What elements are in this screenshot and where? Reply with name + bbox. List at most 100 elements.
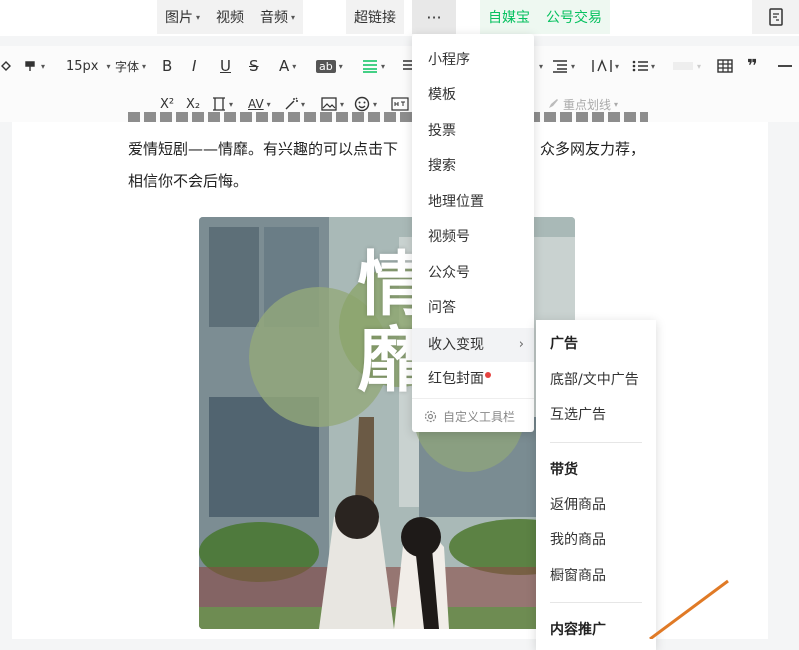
account-trade-button[interactable]: 公号交易	[538, 0, 610, 34]
link-group: 超链接	[346, 0, 404, 34]
submenu-header-content-promo: 内容推广	[550, 622, 606, 638]
menu-item-template[interactable]: 模板	[428, 80, 456, 110]
document-icon	[768, 8, 783, 26]
format-toolbar-row1: ▾ 15px ▾ 字体 ▾ B I U S A ▾ ab ▾ ▾ ▾ ▾ ▾ ▾ ▾ ❞	[0, 46, 799, 86]
audio-button[interactable]: 音频 ▾	[252, 0, 303, 34]
align-left-icon	[363, 60, 377, 73]
italic-icon: I	[192, 57, 197, 75]
list-button[interactable]: ▾	[632, 46, 655, 86]
content-line-3: 相信你不会后悔。	[128, 170, 248, 191]
strikethrough-button[interactable]: S	[249, 46, 259, 86]
chevron-down-icon: ▾	[41, 61, 46, 71]
font-color-button[interactable]: A ▾	[279, 46, 296, 86]
submenu-item-bottom-inline-ad[interactable]: 底部/文中广告	[550, 366, 639, 394]
line-height-button[interactable]: ▾	[536, 46, 543, 86]
indent-icon	[403, 60, 412, 70]
bold-button[interactable]: B	[162, 46, 172, 86]
font-value: 字体	[115, 59, 140, 74]
quote-button[interactable]: ❞	[747, 46, 758, 86]
align-button[interactable]: ▾	[362, 46, 385, 86]
bg-color-button[interactable]: ab ▾	[316, 46, 343, 86]
annotation-arrow	[649, 579, 729, 639]
chevron-down-icon: ▾	[106, 61, 111, 71]
submenu-header-ads: 广告	[550, 336, 578, 352]
font-select[interactable]: 字体 ▾	[115, 46, 146, 86]
list-icon	[632, 60, 648, 72]
customize-toolbar-button[interactable]: 自定义工具栏	[424, 406, 515, 426]
menu-item-monetize-row[interactable]: 收入变现 ›	[412, 328, 534, 362]
underline-icon: U	[220, 57, 231, 75]
more-button[interactable]: ···	[412, 0, 456, 34]
menu-item-official-account[interactable]: 公众号	[428, 258, 470, 288]
submenu-header-goods: 带货	[550, 462, 578, 478]
strikethrough-icon: S	[249, 57, 259, 75]
content-line-2-right-text: 众多网友力荐，	[540, 140, 646, 158]
third-party-group: 自媒宝 公号交易	[480, 0, 610, 34]
partial-line	[128, 108, 648, 122]
submenu-divider	[550, 442, 642, 443]
font-size-value: 15px	[66, 58, 99, 74]
eraser-button[interactable]	[0, 46, 12, 86]
chevron-down-icon: ▾	[381, 61, 386, 71]
bold-icon: B	[162, 57, 173, 75]
table-button[interactable]	[717, 46, 733, 86]
menu-item-vote[interactable]: 投票	[428, 116, 456, 146]
menu-divider	[412, 398, 534, 399]
format-painter-button[interactable]: ▾	[24, 46, 45, 86]
underline-button[interactable]: U	[220, 46, 231, 86]
chevron-down-icon: ▾	[338, 61, 343, 71]
menu-item-red-packet-cover[interactable]: 红包封面	[428, 364, 491, 394]
content-line-2-right: 众多网友力荐，	[540, 138, 645, 159]
submenu-item-my-goods[interactable]: 我的商品	[550, 526, 606, 554]
self-media-label: 自媒宝	[488, 10, 530, 26]
image-label: 图片	[165, 10, 193, 26]
chevron-down-icon: ▾	[615, 61, 620, 71]
hyperlink-button[interactable]: 超链接	[346, 0, 404, 34]
table-icon	[717, 59, 733, 73]
cutoff-text-line	[128, 112, 648, 122]
eraser-icon	[1, 61, 11, 71]
bg-color-icon: ab	[316, 59, 336, 73]
chevron-right-icon: ›	[518, 337, 524, 352]
paragraph-spacing-button[interactable]: ▾	[552, 46, 575, 86]
chevron-down-icon: ▾	[539, 61, 544, 71]
menu-item-location[interactable]: 地理位置	[428, 187, 484, 217]
divider-button[interactable]	[778, 46, 792, 86]
border-style-button[interactable]: ▾	[672, 46, 701, 86]
menu-item-search[interactable]: 搜索	[428, 151, 456, 181]
outline-button[interactable]	[752, 0, 799, 34]
indent-button[interactable]	[402, 46, 412, 86]
quote-icon: ❞	[747, 55, 758, 77]
content-line-2: 爱情短剧——情靡。有兴趣的可以点击下	[128, 138, 398, 159]
horizontal-rule-icon	[778, 65, 792, 67]
customize-toolbar-label: 自定义工具栏	[443, 409, 516, 424]
menu-item-mini-program[interactable]: 小程序	[428, 45, 470, 75]
audio-label: 音频	[260, 10, 289, 26]
menu-item-qa[interactable]: 问答	[428, 293, 456, 323]
chevron-down-icon: ▾	[196, 12, 201, 22]
video-button[interactable]: 视频	[208, 0, 252, 34]
submenu-item-showcase-goods[interactable]: 橱窗商品	[550, 562, 606, 590]
paint-brush-icon	[25, 61, 35, 71]
chevron-down-icon: ▾	[292, 61, 297, 71]
account-trade-label: 公号交易	[546, 10, 602, 26]
chevron-down-icon: ▾	[291, 12, 296, 22]
chevron-down-icon: ▾	[697, 61, 702, 71]
letter-width-icon	[592, 59, 612, 72]
menu-item-video-channel[interactable]: 视频号	[428, 222, 470, 252]
monetize-submenu: 广告 底部/文中广告 互选广告 带货 返佣商品 我的商品 橱窗商品 内容推广	[536, 320, 656, 650]
letter-width-button[interactable]: ▾	[592, 46, 619, 86]
submenu-item-mutual-select-ad[interactable]: 互选广告	[550, 401, 606, 429]
font-size-select[interactable]: 15px ▾	[66, 46, 111, 86]
chevron-down-icon: ▾	[651, 61, 656, 71]
self-media-button[interactable]: 自媒宝	[480, 0, 538, 34]
video-label: 视频	[216, 10, 245, 26]
top-toolbar: 图片 ▾ 视频 音频 ▾ 超链接 ··· 自媒宝 公号交易	[0, 0, 799, 36]
chevron-down-icon: ▾	[142, 61, 147, 71]
image-button[interactable]: 图片 ▾	[157, 0, 208, 34]
submenu-item-commission-goods[interactable]: 返佣商品	[550, 491, 606, 519]
italic-button[interactable]: I	[192, 46, 196, 86]
hyperlink-label: 超链接	[354, 10, 396, 26]
red-packet-label: 红包封面	[428, 371, 484, 387]
media-group: 图片 ▾ 视频 音频 ▾	[157, 0, 304, 34]
